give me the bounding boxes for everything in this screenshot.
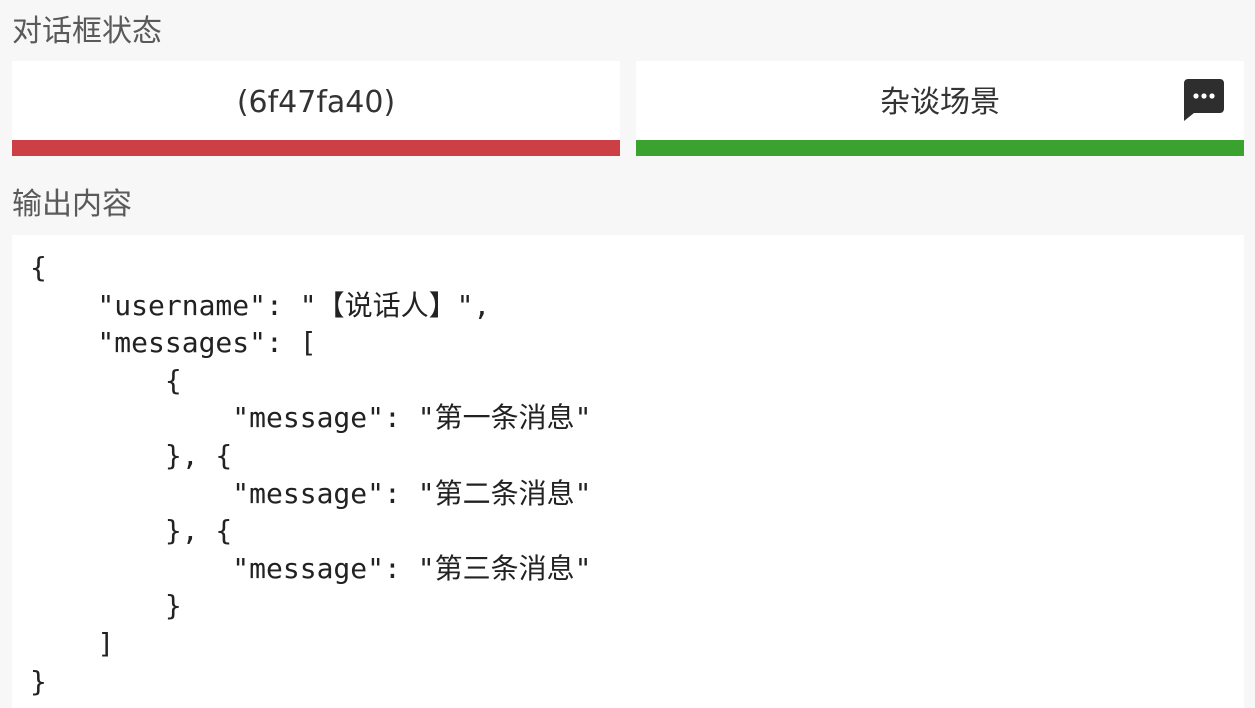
dialog-id-card: (6f47fa40): [12, 61, 620, 156]
output-code-panel[interactable]: { "username": "【说话人】", "messages": [ { "…: [12, 235, 1244, 708]
chat-bubble-icon[interactable]: [1184, 79, 1224, 121]
dialog-id-status-bar: [12, 140, 620, 156]
scene-text: 杂谈场景: [880, 85, 1000, 120]
scene-card: 杂谈场景: [636, 61, 1244, 156]
scene-status-bar: [636, 140, 1244, 156]
output-json-content[interactable]: { "username": "【说话人】", "messages": [ { "…: [30, 249, 1244, 700]
chat-bubble-icon-svg: [1184, 79, 1224, 121]
status-section-title: 对话框状态: [12, 14, 162, 49]
output-section-title: 输出内容: [12, 187, 132, 222]
dialog-id-text: (6f47fa40): [236, 85, 396, 120]
